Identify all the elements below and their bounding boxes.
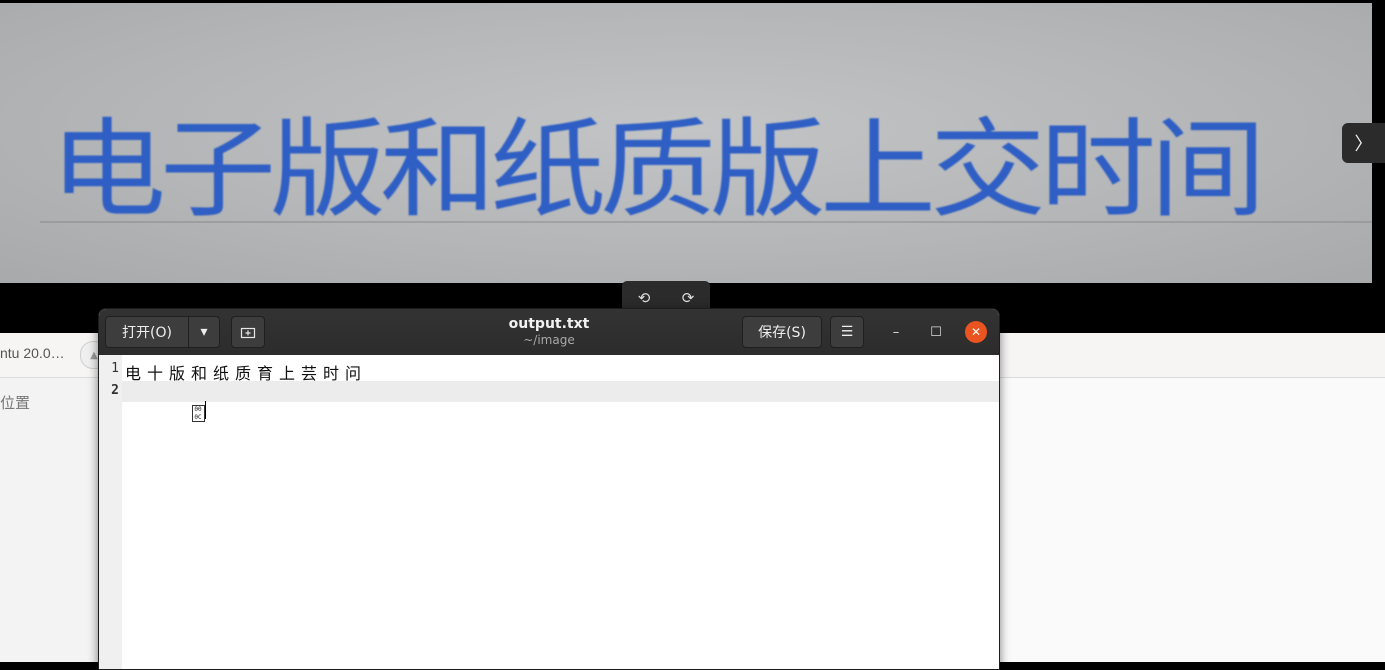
unknown-char-glyph: 00 0C [191, 405, 205, 422]
maximize-button[interactable]: ☐ [925, 321, 947, 343]
breadcrumb[interactable]: ntu 20.0… [0, 345, 65, 361]
text-cursor [204, 401, 206, 419]
menu-icon: ☰ [840, 324, 854, 340]
close-icon: ✕ [970, 325, 982, 339]
text-editor-window: 打开(O) ▾ output.txt ~/image 保存(S) ☰ – ☐ ✕ [98, 308, 1000, 670]
text-area[interactable]: 电十版和纸质育上芸时问 00 0C [122, 355, 999, 669]
line-number-gutter: 1 2 [99, 355, 122, 669]
line-number: 1 [111, 361, 119, 376]
document-title: output.txt [508, 316, 590, 332]
hex-code-top: 00 [194, 406, 202, 413]
minimize-icon: – [892, 324, 900, 340]
minimize-button[interactable]: – [885, 321, 907, 343]
image-viewer-window: 电子版和纸质版上交时间 〉 ⟲ ⟳ [0, 0, 1385, 333]
hex-code-bottom: 0C [194, 414, 202, 421]
new-tab-icon [240, 327, 256, 339]
document-path: ~/image [523, 333, 575, 347]
new-document-button[interactable] [231, 316, 265, 348]
header-bar: 打开(O) ▾ output.txt ~/image 保存(S) ☰ – ☐ ✕ [99, 309, 999, 356]
hamburger-menu-button[interactable]: ☰ [830, 316, 864, 348]
close-button[interactable]: ✕ [965, 321, 987, 343]
open-menu-button[interactable]: ▾ [188, 316, 220, 348]
sidebar-item-other-locations[interactable]: 位置 [0, 392, 30, 413]
text-line[interactable]: 电十版和纸质育上芸时问 [125, 360, 367, 384]
sidebar: 位置 [0, 378, 101, 662]
chevron-right-icon: 〉 [1354, 134, 1373, 155]
save-button[interactable]: 保存(S) [742, 316, 822, 348]
line-number: 2 [111, 383, 119, 398]
chevron-down-icon: ▾ [200, 324, 208, 340]
current-line-highlight [122, 381, 999, 402]
photo: 电子版和纸质版上交时间 [0, 3, 1372, 283]
title-block: output.txt ~/image [399, 315, 699, 348]
maximize-icon: ☐ [930, 324, 942, 340]
open-button[interactable]: 打开(O) [105, 316, 189, 348]
next-image-button[interactable]: 〉 [1342, 123, 1385, 163]
photo-text: 电子版和纸质版上交时间 [50, 108, 1266, 233]
rotate-left-icon[interactable]: ⟲ [638, 289, 651, 307]
text-line[interactable]: 00 0C [125, 382, 206, 441]
rotate-right-icon[interactable]: ⟳ [682, 289, 695, 307]
